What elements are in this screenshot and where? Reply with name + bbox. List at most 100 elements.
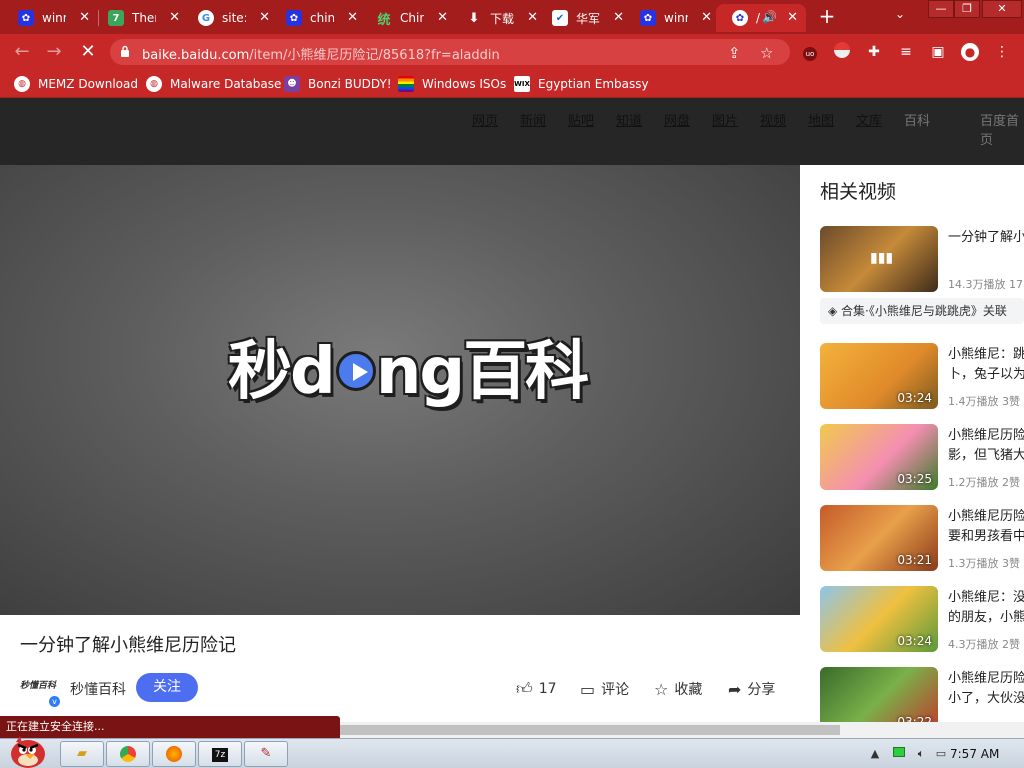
- list-item[interactable]: ▮▮▮ 一分钟了解小 14.3万播放 17: [820, 226, 1024, 292]
- close-icon[interactable]: ✕: [169, 10, 180, 25]
- bookmark-star-icon[interactable]: ☆: [760, 44, 773, 62]
- nav-link-video[interactable]: 视频: [760, 110, 786, 129]
- tab-8[interactable]: ✿ winn ✕: [624, 4, 720, 32]
- like-button[interactable]: 👍︎ 17: [516, 679, 557, 699]
- toolbar: ← → ✕ baike.baidu.com/item/小熊维尼历险记/85618…: [0, 34, 1024, 70]
- wix-icon: WIX: [514, 76, 530, 92]
- speaker-icon[interactable]: 🔊: [762, 10, 777, 24]
- close-icon[interactable]: ✕: [701, 10, 712, 25]
- list-item[interactable]: 03:25 小熊维尼历险 影，但飞猪大 1.2万播放 2赞: [820, 424, 1024, 490]
- tab-1[interactable]: ✿ winn ✕: [2, 4, 98, 32]
- extension-flag-icon[interactable]: [832, 42, 852, 62]
- play-icon: [336, 351, 376, 391]
- close-icon[interactable]: ✕: [613, 10, 624, 25]
- bookmark-label: Malware Database: [170, 77, 282, 91]
- close-window-button[interactable]: ✕: [982, 0, 1022, 18]
- volume-icon[interactable]: 🔈︎: [914, 747, 928, 761]
- share-label: 分享: [747, 682, 776, 698]
- tab-7[interactable]: ✔ 华军 ✕: [536, 4, 632, 32]
- related-title-line2: 卜，兔子以为: [948, 367, 1024, 382]
- app-taskbar-button[interactable]: ✎: [244, 741, 288, 767]
- url-text[interactable]: baike.baidu.com/item/小熊维尼历险记/85618?fr=al…: [142, 44, 500, 63]
- related-title: 小熊维尼：跳: [948, 347, 1024, 362]
- close-icon[interactable]: ✕: [437, 10, 448, 25]
- tab-5[interactable]: 统 Chin ✕: [360, 4, 456, 32]
- list-item[interactable]: 03:24 小熊维尼：没 的朋友，小熊 4.3万播放 2赞: [820, 586, 1024, 652]
- profile-icon[interactable]: ●: [960, 42, 980, 62]
- status-bubble: 正在建立安全连接...: [0, 716, 340, 738]
- tab-title: china: [310, 11, 334, 25]
- chrome-taskbar-button[interactable]: [106, 741, 150, 767]
- explorer-taskbar-button[interactable]: ▰: [60, 741, 104, 767]
- comment-button[interactable]: ▭ 评论: [580, 679, 629, 699]
- nav-link-news[interactable]: 新闻: [520, 110, 546, 129]
- angry-bird-start-icon[interactable]: [4, 732, 50, 768]
- bookmark-egyptian-embassy[interactable]: WIX Egyptian Embassy: [514, 76, 649, 92]
- related-title-line2: 小了，大伙没: [948, 691, 1024, 706]
- bookmark-malware-database[interactable]: ◍ Malware Database: [146, 76, 281, 92]
- tab-title: Chin: [400, 11, 424, 25]
- nav-link-zhidao[interactable]: 知道: [616, 110, 642, 129]
- tab-6[interactable]: ⬇ 下载 ✕: [450, 4, 546, 32]
- tab-active[interactable]: ✿ / 🔊 ✕: [716, 4, 806, 32]
- follow-button[interactable]: 关注: [136, 673, 198, 702]
- author-name[interactable]: 秒懂百科: [70, 679, 126, 699]
- share-page-icon[interactable]: ⇪: [728, 44, 741, 62]
- list-item[interactable]: 03:24 小熊维尼：跳 卜，兔子以为 1.4万播放 3赞: [820, 343, 1024, 409]
- close-icon[interactable]: ✕: [259, 10, 270, 25]
- battery-icon[interactable]: [892, 747, 906, 761]
- forward-button[interactable]: →: [42, 40, 66, 64]
- list-item[interactable]: 03:21 小熊维尼历险 要和男孩看中 1.3万播放 3赞: [820, 505, 1024, 571]
- minimize-button[interactable]: —: [928, 0, 954, 18]
- nav-link-map[interactable]: 地图: [808, 110, 834, 129]
- tab-3[interactable]: G site: ✕: [182, 4, 278, 32]
- network-icon[interactable]: ▭: [934, 747, 948, 761]
- tab-4[interactable]: ✿ china ✕: [270, 4, 366, 32]
- tab-2[interactable]: 7 Ther ✕: [92, 4, 188, 32]
- download-icon: ⬇: [468, 10, 480, 26]
- tab-title: 下载: [490, 11, 514, 26]
- bookmark-memz[interactable]: ◍ MEMZ Download: [14, 76, 138, 92]
- related-title: 小熊维尼历险: [948, 509, 1024, 524]
- nav-link-baidu-home[interactable]: 百度首页: [980, 110, 1024, 148]
- nav-link-tieba[interactable]: 贴吧: [568, 110, 594, 129]
- nav-link-web[interactable]: 网页: [472, 110, 498, 129]
- close-icon[interactable]: ✕: [79, 10, 90, 25]
- back-button[interactable]: ←: [10, 40, 34, 64]
- collect-button[interactable]: ☆ 收藏: [654, 679, 702, 699]
- puzzle-icon[interactable]: ✚: [864, 42, 884, 62]
- side-panel-icon[interactable]: ▣: [928, 42, 948, 62]
- globe-icon: ◍: [14, 76, 30, 92]
- ublock-icon[interactable]: uo: [800, 42, 820, 62]
- restore-button[interactable]: ❐: [954, 0, 980, 18]
- more-menu-icon[interactable]: ⋮: [992, 42, 1012, 62]
- address-bar[interactable]: baike.baidu.com/item/小熊维尼历险记/85618?fr=al…: [110, 39, 790, 65]
- related-title: 小熊维尼历险: [948, 671, 1024, 686]
- chevron-down-icon[interactable]: ⌄: [895, 7, 905, 21]
- tray-expand-icon[interactable]: ▲: [868, 747, 882, 761]
- nav-link-pan[interactable]: 网盘: [664, 110, 690, 129]
- clock[interactable]: 7:57 AM: [950, 747, 999, 761]
- nav-link-wenku[interactable]: 文库: [856, 110, 882, 129]
- bookmark-windows-isos[interactable]: Windows ISOs: [398, 76, 506, 92]
- duration-badge: 03:24: [897, 634, 932, 648]
- bookmark-bonzi-buddy[interactable]: ☻ Bonzi BUDDY!: [284, 76, 392, 92]
- tab-title: site:: [222, 11, 246, 25]
- baidu-icon: ✿: [18, 10, 34, 26]
- new-tab-button[interactable]: +: [816, 5, 838, 27]
- share-icon: ➦: [728, 679, 742, 699]
- close-icon[interactable]: ✕: [347, 10, 358, 25]
- close-icon[interactable]: ✕: [787, 10, 798, 25]
- collection-link[interactable]: ◈ 合集·《小熊维尼与跳跳虎》关联: [820, 298, 1024, 324]
- related-title-line2: 要和男孩看中: [948, 529, 1024, 544]
- video-player[interactable]: 秒d ng百科: [0, 165, 800, 615]
- tab-title: 华军: [576, 11, 600, 26]
- horizontal-scrollbar[interactable]: [340, 722, 1024, 738]
- share-button[interactable]: ➦ 分享: [728, 679, 775, 699]
- stop-loading-button[interactable]: ✕: [76, 40, 100, 64]
- scrollbar-thumb[interactable]: [340, 725, 840, 735]
- nav-link-images[interactable]: 图片: [712, 110, 738, 129]
- media-control-icon[interactable]: ≡: [896, 42, 916, 62]
- 7zip-taskbar-button[interactable]: 7z: [198, 741, 242, 767]
- firefox-taskbar-button[interactable]: [152, 741, 196, 767]
